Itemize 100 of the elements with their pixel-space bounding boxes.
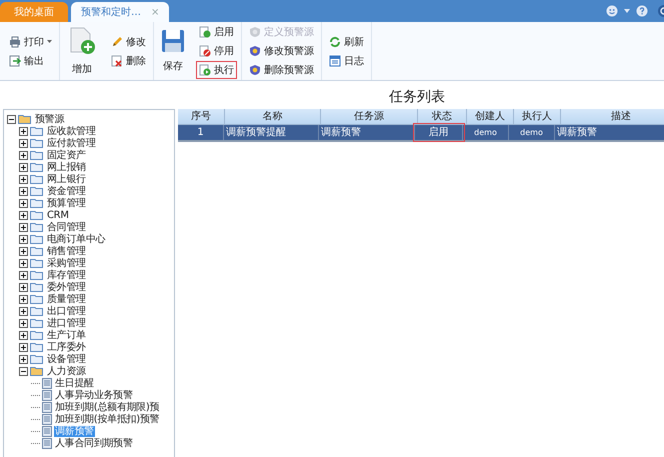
- toolbar-button[interactable]: 刷新: [326, 32, 367, 50]
- large-toolbar-button[interactable]: 增加: [64, 24, 100, 78]
- dropdown-icon[interactable]: [624, 9, 630, 13]
- table-row[interactable]: 1 调薪预警提醒 调薪预警 启用 demo demo 调薪预警: [178, 125, 664, 142]
- toolbar-button[interactable]: 修改: [108, 32, 149, 50]
- expander-icon[interactable]: [19, 282, 28, 292]
- folder-icon: [30, 366, 44, 376]
- column-header[interactable]: 执行人: [514, 109, 561, 124]
- document-check-icon: [199, 26, 211, 38]
- expander-icon[interactable]: [7, 114, 16, 124]
- toolbar-button[interactable]: 删除预警源: [246, 61, 317, 79]
- tree-item[interactable]: 设备管理: [46, 354, 87, 364]
- folder-icon: [30, 150, 44, 160]
- tree-item[interactable]: 资金管理: [46, 186, 87, 196]
- tree-item[interactable]: 人事异动业务预警: [54, 390, 134, 400]
- folder-icon: [30, 126, 44, 136]
- expander-icon[interactable]: [19, 150, 28, 160]
- column-header[interactable]: 任务源: [321, 109, 418, 124]
- pencil-icon: [111, 36, 123, 48]
- expander-icon[interactable]: [19, 318, 28, 328]
- tree-item[interactable]: 出口管理: [46, 306, 87, 316]
- tree-item[interactable]: 进口管理: [46, 318, 87, 328]
- page-title: 任务列表: [388, 88, 446, 107]
- expander-icon[interactable]: [19, 306, 28, 316]
- expander-icon[interactable]: [19, 354, 28, 364]
- tree-item[interactable]: 销售管理: [46, 246, 87, 256]
- expander-icon[interactable]: [19, 162, 28, 172]
- smiley-icon[interactable]: [606, 5, 618, 17]
- folder-icon: [30, 198, 44, 208]
- tree-item[interactable]: 电商订单中心: [46, 234, 106, 244]
- tab[interactable]: 预警和定时… ×: [71, 2, 170, 22]
- tree-item[interactable]: 工序委外: [46, 342, 87, 352]
- toolbar-button[interactable]: 启用: [196, 23, 237, 41]
- toolbar-button[interactable]: 删除: [108, 52, 149, 70]
- column-header[interactable]: 序号: [178, 109, 225, 124]
- table-cell: 调薪预警: [319, 125, 415, 140]
- shield-icon: [249, 45, 261, 57]
- help-icon[interactable]: [636, 5, 648, 17]
- toolbar-button[interactable]: 输出: [6, 52, 55, 70]
- tree-item[interactable]: 固定资产: [46, 150, 87, 160]
- folder-icon: [30, 162, 44, 172]
- large-toolbar-button[interactable]: 保存: [158, 27, 188, 75]
- expander-icon[interactable]: [19, 138, 28, 148]
- folder-icon: [30, 282, 44, 292]
- folder-icon: [30, 354, 44, 364]
- refresh-icon: [329, 36, 341, 48]
- tree-item[interactable]: 库存管理: [46, 270, 87, 280]
- tree-item[interactable]: 应收款管理: [46, 126, 97, 136]
- toolbar-button[interactable]: 修改预警源: [246, 42, 317, 60]
- expander-icon[interactable]: [19, 126, 28, 136]
- folder-icon: [30, 246, 44, 256]
- expander-icon[interactable]: [19, 270, 28, 280]
- tree-item[interactable]: 加班到期(按单抵扣)预警: [54, 414, 160, 424]
- expander-icon[interactable]: [19, 330, 28, 340]
- folder-icon: [30, 174, 44, 184]
- folder-icon: [30, 234, 44, 244]
- expander-icon[interactable]: [19, 186, 28, 196]
- tree-item[interactable]: 人事合同到期预警: [54, 438, 134, 448]
- expander-icon[interactable]: [19, 198, 28, 208]
- column-header[interactable]: 创建人: [467, 109, 514, 124]
- expander-icon[interactable]: [19, 366, 28, 376]
- expander-icon[interactable]: [19, 174, 28, 184]
- expander-icon[interactable]: [19, 246, 28, 256]
- printer-icon: [9, 36, 21, 48]
- delete-icon: [111, 54, 123, 66]
- tree-item[interactable]: 应付款管理: [46, 138, 97, 148]
- tree-item[interactable]: 人力资源: [46, 366, 87, 376]
- expander-icon[interactable]: [19, 294, 28, 304]
- toolbar-button[interactable]: 日志: [326, 52, 367, 70]
- folder-icon: [30, 222, 44, 232]
- tree-item[interactable]: 加班到期(总额有期限)预: [54, 402, 160, 412]
- tree-item[interactable]: 合同管理: [46, 222, 87, 232]
- expander-icon[interactable]: [19, 222, 28, 232]
- expander-icon[interactable]: [19, 342, 28, 352]
- tree-item[interactable]: 网上银行: [46, 174, 87, 184]
- tree-item[interactable]: 生产订单: [46, 330, 87, 340]
- document-icon: [42, 402, 52, 412]
- toolbar-button[interactable]: 打印: [6, 32, 55, 50]
- export-icon: [9, 54, 21, 66]
- folder-icon: [30, 186, 44, 196]
- tree-item[interactable]: CRM: [46, 210, 70, 220]
- column-header[interactable]: 名称: [225, 109, 321, 124]
- tree-item[interactable]: 委外管理: [46, 282, 87, 292]
- tree-item[interactable]: 网上报销: [46, 162, 87, 172]
- column-header[interactable]: 状态: [418, 109, 467, 124]
- expander-icon[interactable]: [19, 258, 28, 268]
- folder-icon: [30, 270, 44, 280]
- column-header[interactable]: 描述: [561, 109, 664, 124]
- calendar-icon: [329, 54, 341, 66]
- tree-item[interactable]: 采购管理: [46, 258, 87, 268]
- folder-icon: [30, 342, 44, 352]
- document-icon: [42, 426, 52, 436]
- tree-item[interactable]: 预算管理: [46, 198, 87, 208]
- tree-item[interactable]: 质量管理: [46, 294, 87, 304]
- expander-icon[interactable]: [19, 234, 28, 244]
- expander-icon[interactable]: [19, 210, 28, 220]
- toolbar-button[interactable]: 执行: [196, 61, 237, 79]
- tree-item[interactable]: 生日提醒: [54, 378, 95, 388]
- tree-item[interactable]: 预警源: [34, 114, 66, 124]
- toolbar-button[interactable]: 停用: [196, 42, 237, 60]
